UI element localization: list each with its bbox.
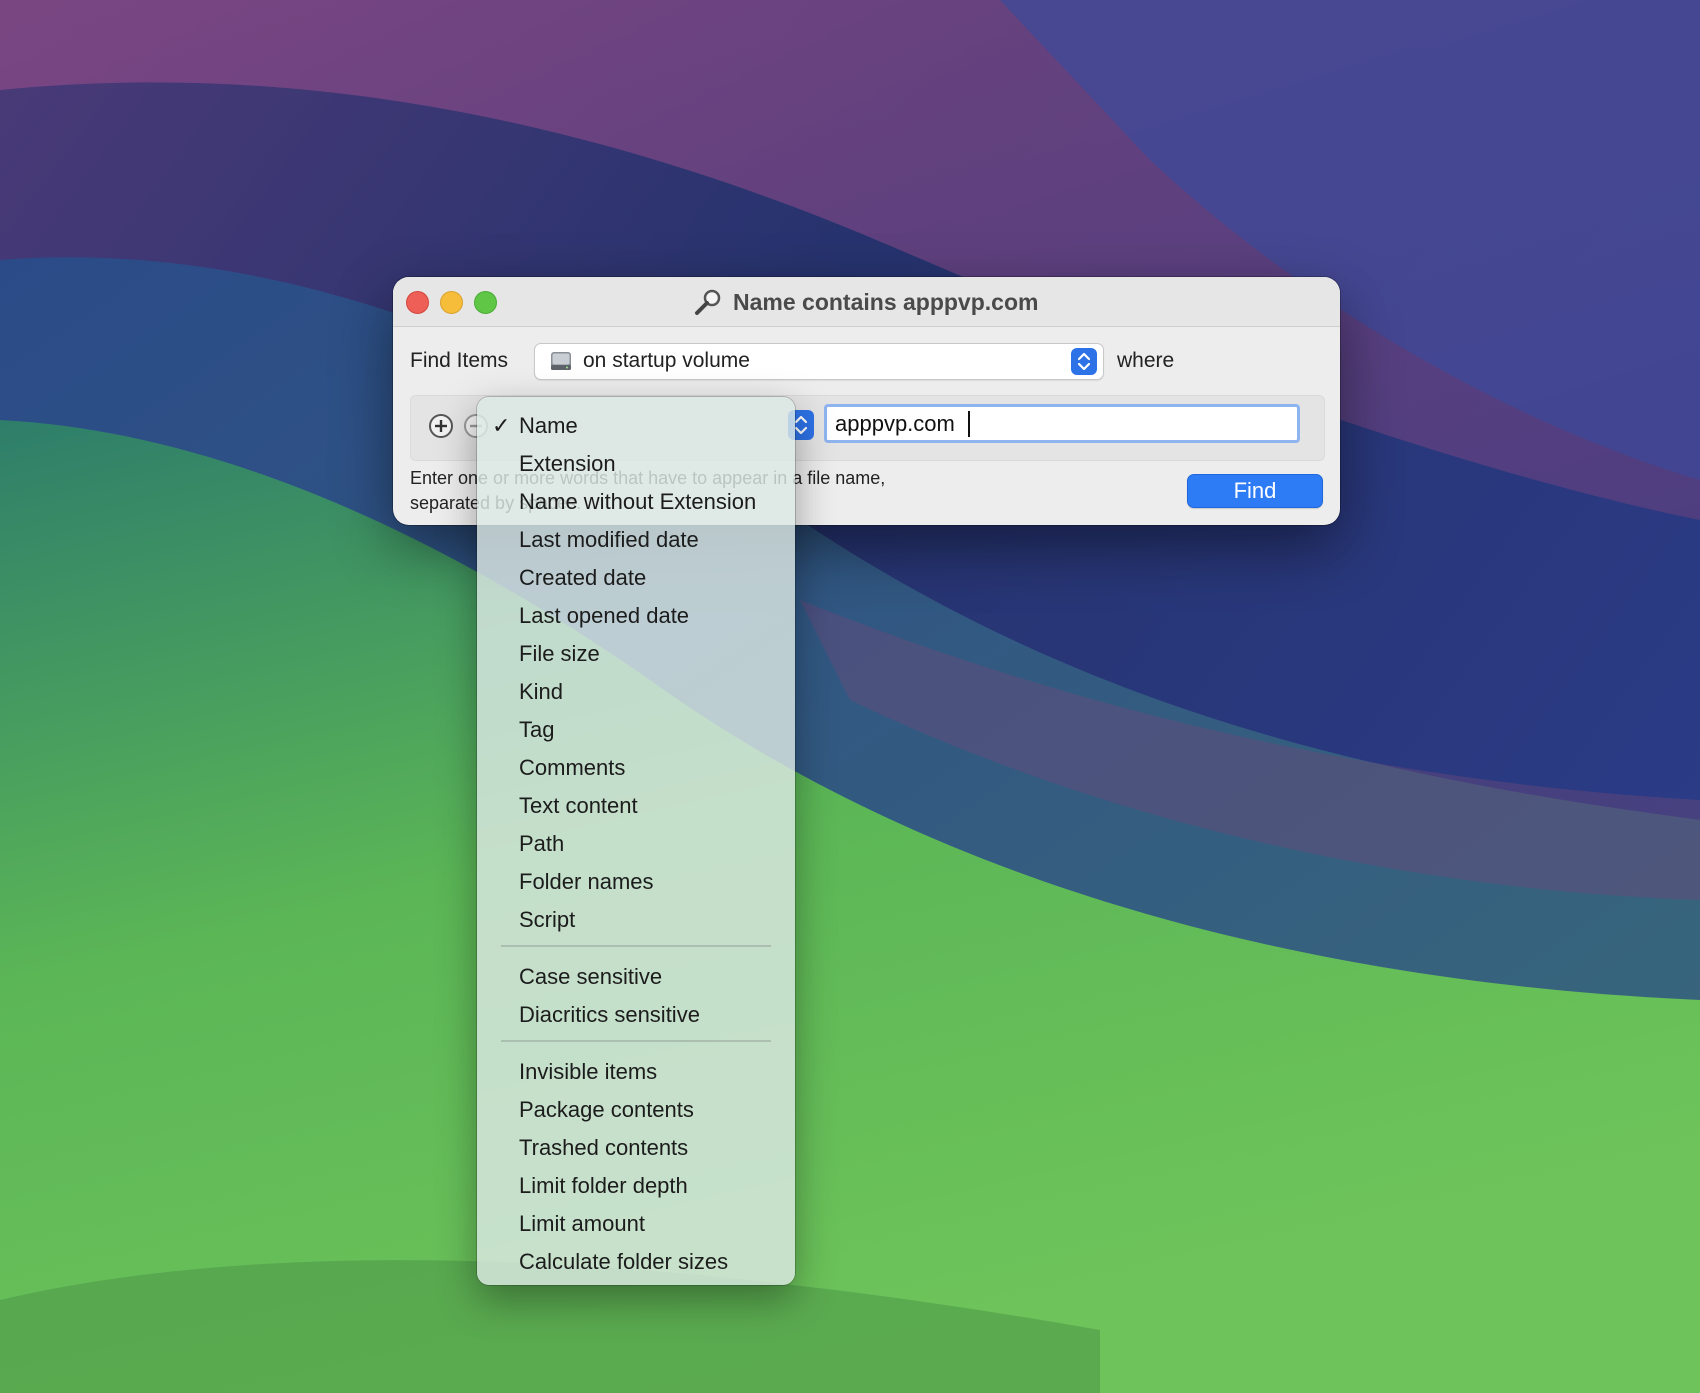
menu-item-limit-amount[interactable]: Limit amount bbox=[519, 1208, 645, 1240]
find-button[interactable]: Find bbox=[1187, 474, 1323, 508]
desktop-wallpaper bbox=[0, 0, 1700, 1393]
up-down-chevron-icon bbox=[1077, 352, 1091, 371]
menu-item-folder-names[interactable]: Folder names bbox=[519, 866, 654, 898]
menu-item-script[interactable]: Script bbox=[519, 904, 575, 936]
menu-item-extension[interactable]: Extension bbox=[519, 448, 616, 480]
menu-item-name[interactable]: Name bbox=[519, 410, 578, 442]
maximize-button[interactable] bbox=[474, 291, 497, 314]
volume-popup[interactable]: on startup volume bbox=[534, 343, 1104, 380]
window-title-group: Name contains apppvp.com bbox=[693, 289, 1038, 315]
volume-value: on startup volume bbox=[583, 349, 750, 372]
checkmark-icon: ✓ bbox=[492, 413, 511, 438]
menu-item-case-sensitive[interactable]: Case sensitive bbox=[519, 961, 662, 993]
menu-separator bbox=[501, 1040, 771, 1042]
add-criterion-icon[interactable] bbox=[428, 413, 454, 439]
menu-item-tag[interactable]: Tag bbox=[519, 714, 554, 746]
text-caret bbox=[968, 411, 970, 437]
search-value-input[interactable] bbox=[824, 404, 1300, 443]
close-button[interactable] bbox=[406, 291, 429, 314]
menu-item-last-modified-date[interactable]: Last modified date bbox=[519, 524, 699, 556]
menu-item-comments[interactable]: Comments bbox=[519, 752, 625, 784]
title-bar[interactable]: Name contains apppvp.com bbox=[393, 277, 1340, 327]
menu-item-invisible-items[interactable]: Invisible items bbox=[519, 1056, 657, 1088]
menu-item-calculate-folder-sizes[interactable]: Calculate folder sizes bbox=[519, 1246, 728, 1278]
menu-item-created-date[interactable]: Created date bbox=[519, 562, 646, 594]
menu-item-trashed-contents[interactable]: Trashed contents bbox=[519, 1132, 688, 1164]
menu-item-text-content[interactable]: Text content bbox=[519, 790, 638, 822]
menu-item-package-contents[interactable]: Package contents bbox=[519, 1094, 694, 1126]
where-label: where bbox=[1117, 349, 1175, 372]
menu-item-last-opened-date[interactable]: Last opened date bbox=[519, 600, 689, 632]
menu-item-diacritics-sensitive[interactable]: Diacritics sensitive bbox=[519, 999, 700, 1031]
menu-item-file-size[interactable]: File size bbox=[519, 638, 600, 670]
find-items-label: Find Items bbox=[410, 349, 509, 372]
volume-stepper[interactable] bbox=[1071, 348, 1097, 375]
menu-item-name-without-extension[interactable]: Name without Extension bbox=[519, 486, 756, 518]
menu-item-limit-folder-depth[interactable]: Limit folder depth bbox=[519, 1170, 688, 1202]
menu-item-kind[interactable]: Kind bbox=[519, 676, 563, 708]
magnifier-icon bbox=[695, 289, 721, 315]
attribute-menu: ✓ Name Extension Name without Extension … bbox=[477, 397, 795, 1285]
minimize-button[interactable] bbox=[440, 291, 463, 314]
window-title: Name contains apppvp.com bbox=[733, 288, 1039, 315]
menu-separator bbox=[501, 945, 771, 947]
menu-item-path[interactable]: Path bbox=[519, 828, 564, 860]
hard-drive-icon bbox=[551, 352, 571, 370]
